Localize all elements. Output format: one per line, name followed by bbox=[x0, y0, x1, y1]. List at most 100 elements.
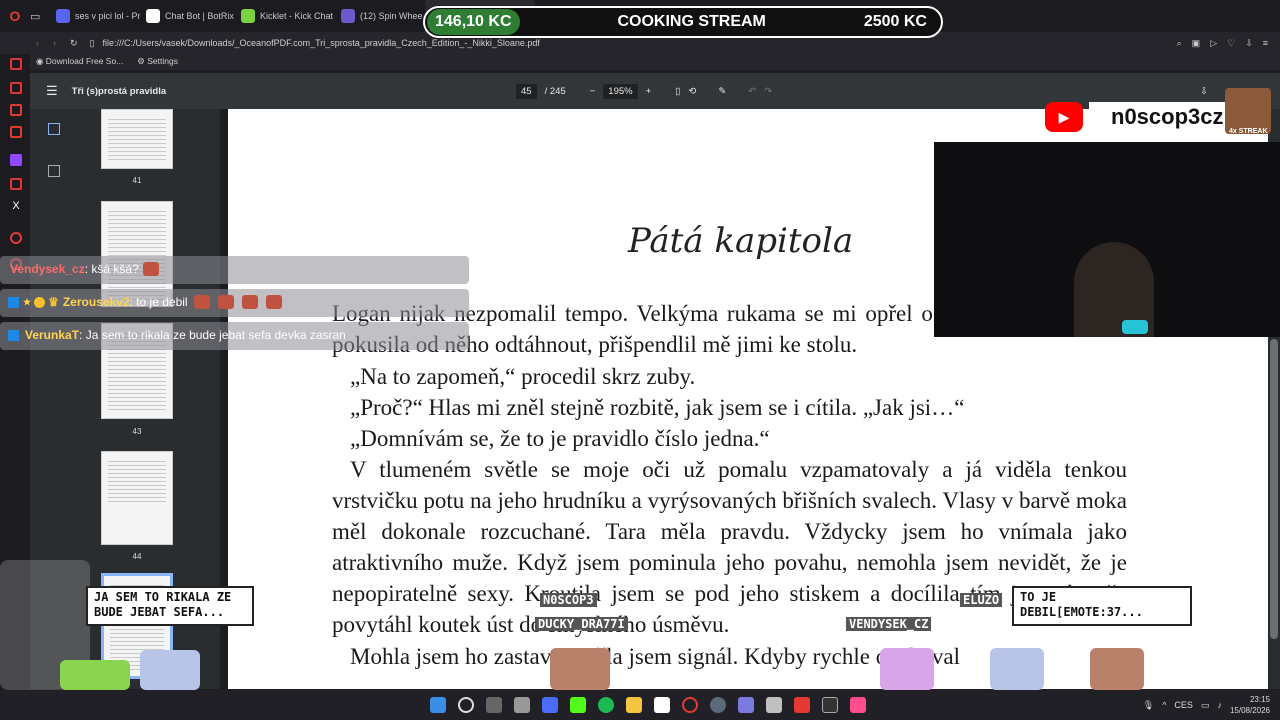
emote-icon bbox=[241, 295, 258, 309]
emote-icon bbox=[265, 295, 282, 309]
back-icon[interactable]: ‹ bbox=[36, 38, 39, 48]
scrollbar-thumb[interactable] bbox=[1270, 339, 1278, 639]
page-total: / 245 bbox=[544, 85, 566, 97]
file-icon: ▯ bbox=[89, 37, 95, 48]
thumbnail-page[interactable] bbox=[101, 109, 173, 169]
streak-badge: 4x STREAK bbox=[1229, 128, 1268, 135]
app-icon[interactable] bbox=[542, 697, 558, 713]
mic-icon[interactable]: 🎙 bbox=[1143, 700, 1154, 711]
url-field[interactable]: file:///C:/Users/vasek/Downloads/_Oceano… bbox=[103, 38, 540, 48]
search-icon[interactable] bbox=[458, 697, 474, 713]
thumbnail-page[interactable] bbox=[101, 451, 173, 545]
steam-icon[interactable] bbox=[710, 697, 726, 713]
chat-username: Zerousekv2 bbox=[62, 295, 130, 309]
info-badge-icon bbox=[34, 296, 46, 308]
paragraph: „Domnívám se, že to je pravidlo číslo je… bbox=[350, 426, 770, 451]
date: 15/08/2026 bbox=[1229, 706, 1270, 715]
kick-icon[interactable] bbox=[570, 697, 586, 713]
stream-goal-left: 146,10 KC bbox=[427, 9, 520, 35]
snapshot-icon[interactable]: ▣ bbox=[1192, 38, 1201, 49]
viewer-tag: VENDYSEK_CZ bbox=[846, 617, 932, 631]
page-number-input[interactable]: 45 bbox=[516, 83, 537, 99]
gear-icon: ⚙ bbox=[137, 55, 148, 66]
browser-tab[interactable]: (12) Spin Whee bbox=[335, 0, 425, 32]
star-badge-icon: ★ bbox=[23, 296, 32, 307]
heart-icon[interactable]: ♡ bbox=[1227, 38, 1235, 49]
explorer-icon[interactable] bbox=[626, 697, 642, 713]
app-icon[interactable] bbox=[654, 697, 670, 713]
paragraph: V tlumeném světle se moje oči už pomalu … bbox=[332, 457, 1127, 637]
messenger-icon[interactable] bbox=[10, 82, 22, 94]
rotate-icon[interactable]: ⟲ bbox=[688, 86, 696, 97]
download-icon[interactable]: ⇩ bbox=[1245, 38, 1253, 49]
annotate-icon[interactable]: ✎ bbox=[718, 86, 726, 97]
tab-favicon-icon bbox=[146, 9, 160, 23]
taskbar-apps bbox=[424, 697, 872, 713]
viewer-tag: DUCKY_DRA77I bbox=[535, 617, 628, 631]
zoom-input[interactable]: 195% bbox=[603, 83, 638, 99]
tab-label: ses v pici lol - Prese bbox=[75, 11, 140, 21]
app-icon[interactable] bbox=[766, 697, 782, 713]
volume-icon[interactable]: ♪ bbox=[1217, 700, 1222, 710]
address-actions: ⌕ ▣ ▷ ♡ ⇩ ≡ bbox=[1177, 38, 1268, 49]
menu-icon[interactable]: ≡ bbox=[1263, 38, 1268, 49]
channel-name: n0scop3cz bbox=[1089, 102, 1229, 132]
pet-sprite bbox=[140, 650, 200, 690]
opera-icon[interactable] bbox=[682, 697, 698, 713]
app-icon[interactable] bbox=[794, 697, 810, 713]
bookmark-download[interactable]: ◉ Download Free So... bbox=[36, 56, 123, 67]
webcam-feed bbox=[934, 142, 1280, 337]
spotify-icon[interactable] bbox=[598, 697, 614, 713]
flow-icon[interactable] bbox=[10, 58, 22, 70]
browser-tab[interactable]: Chat Bot | BotRix bbox=[140, 0, 235, 32]
redo-icon[interactable]: ↷ bbox=[764, 86, 772, 97]
pinboard-icon[interactable] bbox=[10, 178, 22, 190]
language-indicator[interactable]: CES bbox=[1174, 700, 1193, 710]
reload-icon[interactable]: ↻ bbox=[70, 38, 78, 49]
tab-label: Kicklet - Kick Chat bbox=[260, 11, 334, 21]
zoom-in-icon[interactable]: + bbox=[646, 86, 652, 97]
bookmark-settings[interactable]: ⚙ Settings bbox=[137, 56, 178, 67]
send-icon[interactable]: ▷ bbox=[1210, 38, 1217, 49]
fit-page-icon[interactable]: ▯ bbox=[675, 86, 680, 97]
pet-sprite bbox=[1090, 648, 1144, 690]
tab-label: Chat Bot | BotRix bbox=[165, 11, 234, 21]
twitch-icon[interactable] bbox=[10, 154, 22, 166]
youtube-channel-overlay: ▶ n0scop3cz 4x STREAK bbox=[1045, 88, 1275, 138]
x-icon[interactable]: X bbox=[10, 200, 22, 212]
network-icon[interactable]: ▭ bbox=[1201, 700, 1210, 711]
chat-message: ★ ♛ Zerousekv2 : to je debil bbox=[0, 289, 469, 317]
twitch-badge-icon bbox=[8, 296, 19, 308]
tab-overview-icon[interactable]: ▭ bbox=[30, 10, 50, 23]
store-icon[interactable] bbox=[514, 697, 530, 713]
thumbnail-number: 41 bbox=[132, 176, 142, 185]
zoom-out-icon[interactable]: − bbox=[590, 86, 596, 97]
thumbnail-view-icon[interactable] bbox=[48, 123, 60, 135]
thumbnail-number: 43 bbox=[132, 427, 142, 436]
paragraph: „Na to zapomeň,“ procedil skrz zuby. bbox=[350, 364, 696, 389]
browser-tab[interactable]: Kicklet - Kick Chat bbox=[235, 0, 335, 32]
forward-icon[interactable]: › bbox=[53, 38, 56, 48]
aria-icon[interactable] bbox=[10, 126, 22, 138]
app-icon[interactable] bbox=[822, 697, 838, 713]
app-icon[interactable] bbox=[738, 697, 754, 713]
hamburger-icon[interactable]: ☰ bbox=[46, 83, 58, 99]
outline-view-icon[interactable] bbox=[48, 165, 60, 177]
player-icon[interactable] bbox=[10, 232, 22, 244]
zoom-icon[interactable]: ⌕ bbox=[1177, 38, 1182, 49]
tray-chevron-icon[interactable]: ^ bbox=[1162, 700, 1166, 710]
clock[interactable]: 23:15 15/08/2026 bbox=[1230, 694, 1270, 716]
page-controls: 45 / 245 − 195% + ▯ ⟲ ✎ ↶ ↷ bbox=[516, 83, 772, 99]
pdf-download-icon[interactable]: ⇩ bbox=[1200, 86, 1208, 97]
paragraph: „Proč?“ Hlas mi zněl stejně rozbitě, jak… bbox=[350, 395, 965, 420]
screen: O ▭ ses v pici lol - Prese Chat Bot | Bot… bbox=[0, 0, 1280, 720]
opera-logo-icon[interactable]: O bbox=[0, 8, 30, 24]
undo-icon[interactable]: ↶ bbox=[748, 86, 756, 97]
browser-tab[interactable]: ses v pici lol - Prese bbox=[50, 0, 140, 32]
tab-favicon-icon bbox=[56, 9, 70, 23]
instagram-icon[interactable] bbox=[10, 104, 22, 116]
task-view-icon[interactable] bbox=[486, 697, 502, 713]
app-icon[interactable] bbox=[850, 697, 866, 713]
youtube-icon: ▶ bbox=[1045, 102, 1083, 132]
start-icon[interactable] bbox=[430, 697, 446, 713]
